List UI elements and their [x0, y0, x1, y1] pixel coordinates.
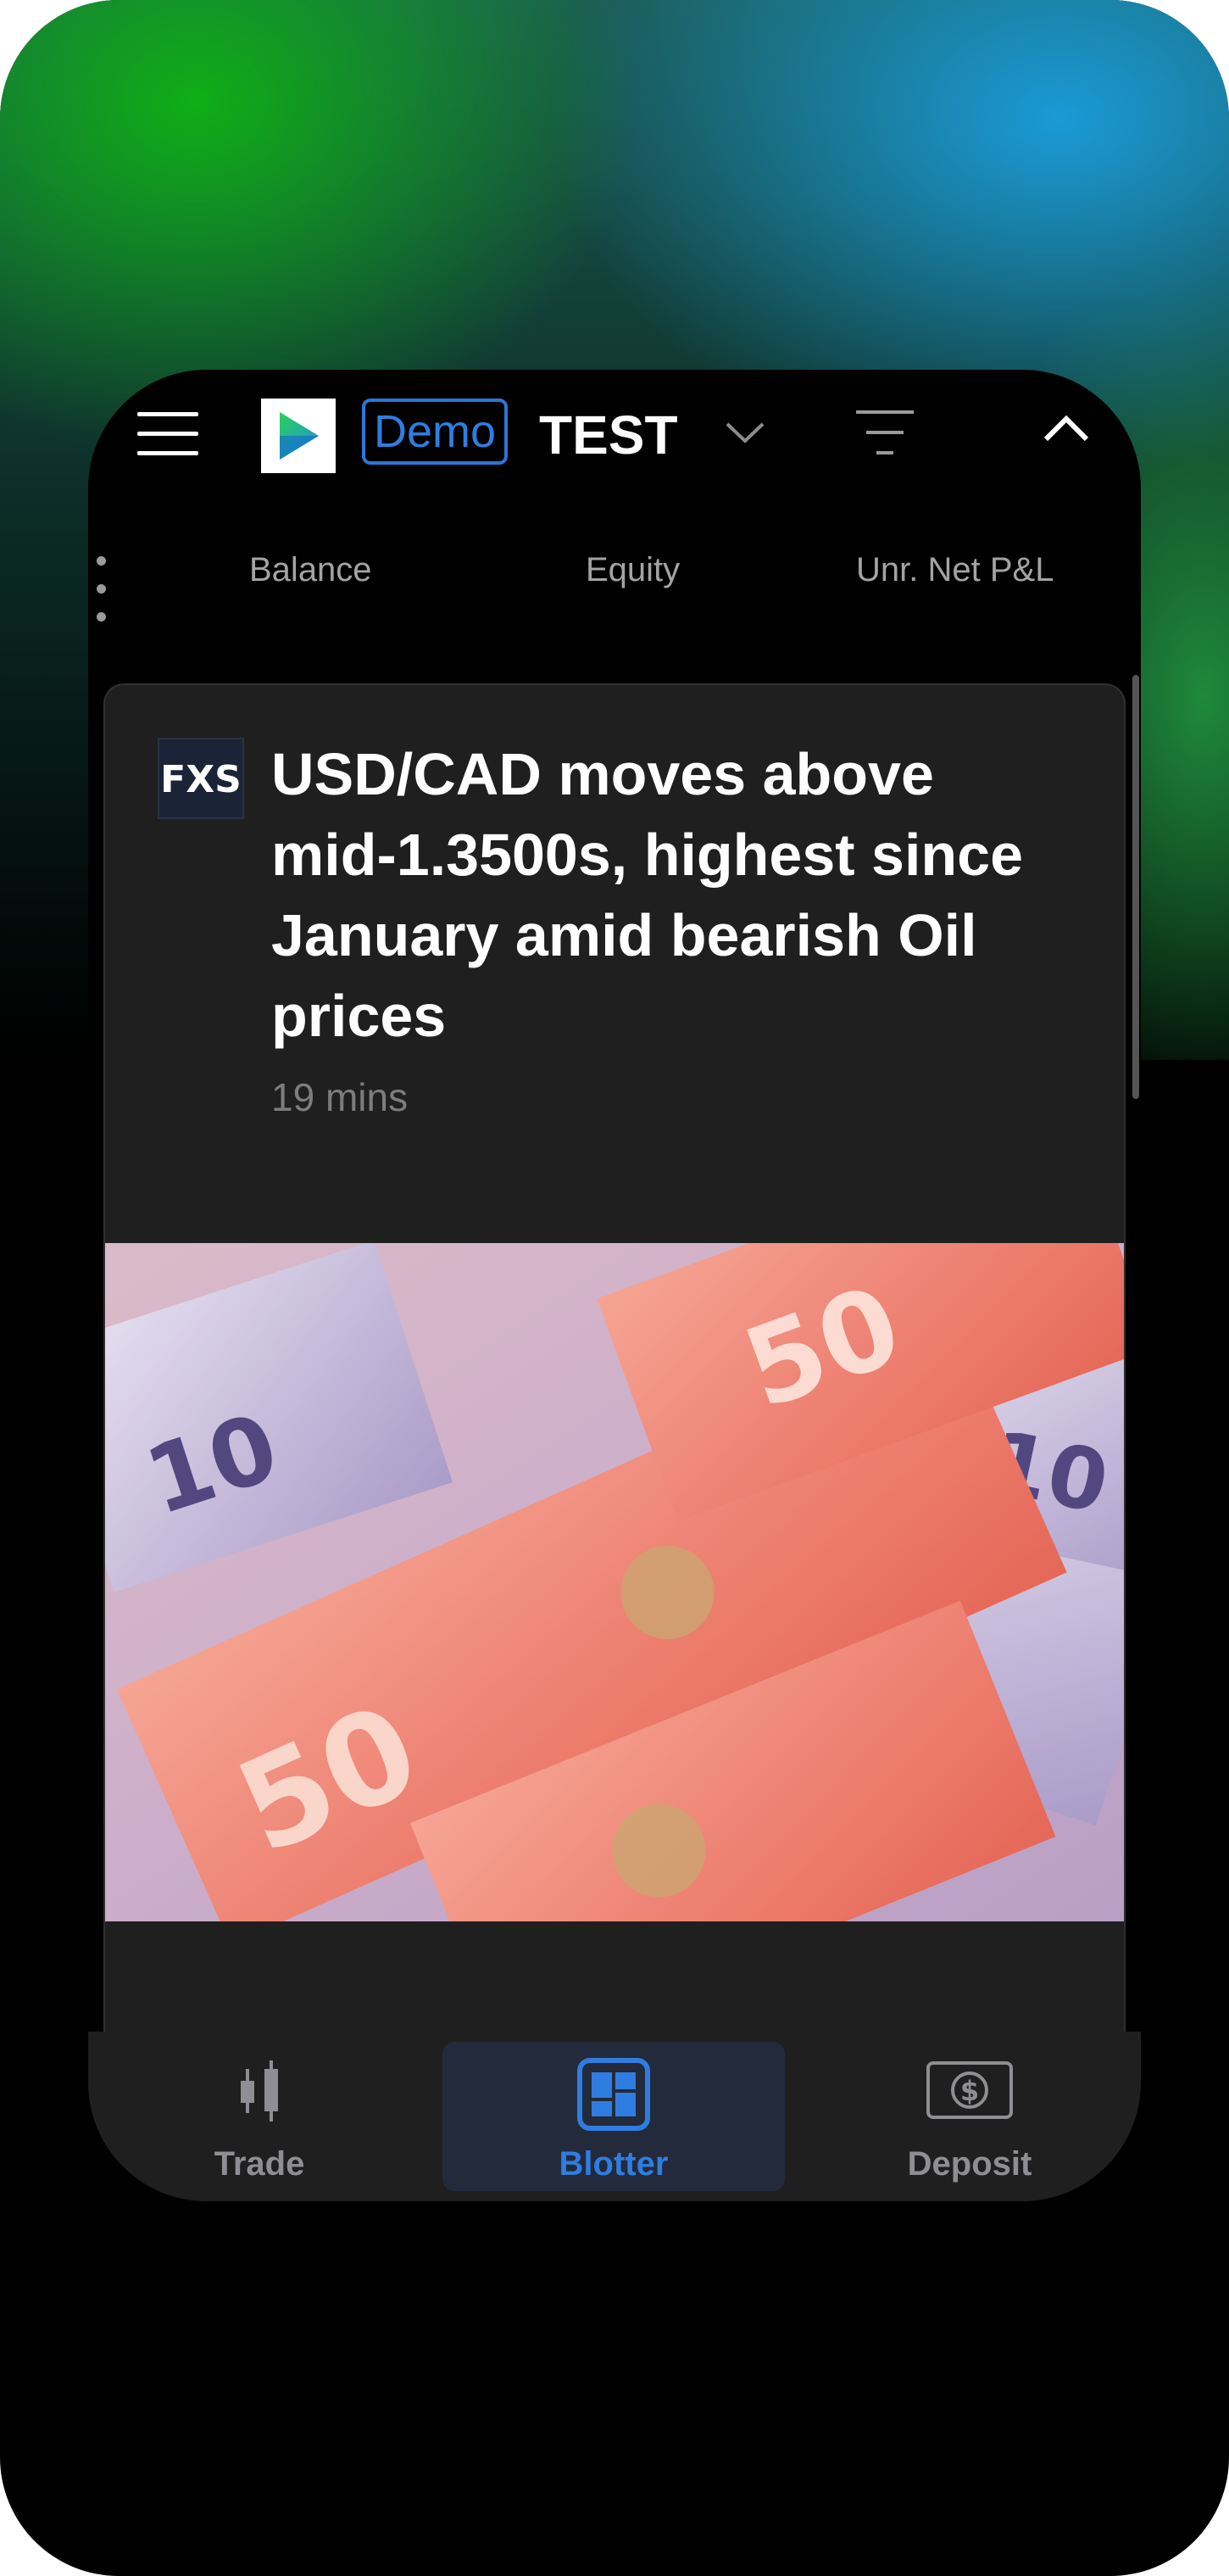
device-frame: Demo TEST Balance Equity Unr. Net P&L FX… [0, 0, 1229, 2576]
chevron-up-icon[interactable] [1041, 407, 1092, 449]
news-image[interactable]: 10 10 10 50 CANADA [105, 1124, 1124, 2060]
news-timestamp: 19 mins [271, 1075, 409, 1119]
svg-text:FXS: FXS [160, 758, 242, 801]
metric-unrealized-pnl[interactable]: Unr. Net P&L [856, 544, 1054, 595]
app-logo [261, 399, 336, 473]
metric-balance[interactable]: Balance [249, 544, 372, 595]
account-name[interactable]: TEST [539, 399, 678, 471]
nav-label-deposit: Deposit [907, 2145, 1032, 2183]
nav-tab-deposit[interactable]: $ Deposit [798, 2042, 1141, 2191]
blotter-icon [576, 2057, 651, 2132]
nav-label-trade: Trade [214, 2145, 305, 2183]
nav-tab-blotter[interactable]: Blotter [442, 2042, 785, 2191]
deposit-icon: $ [926, 2060, 1014, 2120]
metric-equity[interactable]: Equity [586, 544, 680, 595]
chevron-down-icon[interactable] [724, 412, 766, 454]
news-headline[interactable]: USD/CAD moves above mid-1.3500s, highest… [271, 734, 1068, 1057]
candlestick-icon [232, 2057, 286, 2125]
fxstreet-logo: FXS [158, 738, 244, 819]
demo-badge: Demo [362, 399, 509, 465]
app-screen: Demo TEST Balance Equity Unr. Net P&L FX… [88, 370, 1141, 2201]
hamburger-menu-icon[interactable] [137, 412, 198, 456]
news-card[interactable]: FXS USD/CAD moves above mid-1.3500s, hig… [103, 683, 1126, 2201]
bottom-nav: Trade Blotter $ Deposit [88, 2032, 1141, 2201]
nav-label-blotter: Blotter [559, 2145, 669, 2183]
nav-tab-trade[interactable]: Trade [88, 2042, 431, 2191]
svg-text:$: $ [960, 2075, 979, 2107]
scrollbar[interactable] [1132, 675, 1139, 1099]
more-dots-icon[interactable] [97, 556, 108, 624]
sort-icon[interactable] [854, 407, 915, 460]
